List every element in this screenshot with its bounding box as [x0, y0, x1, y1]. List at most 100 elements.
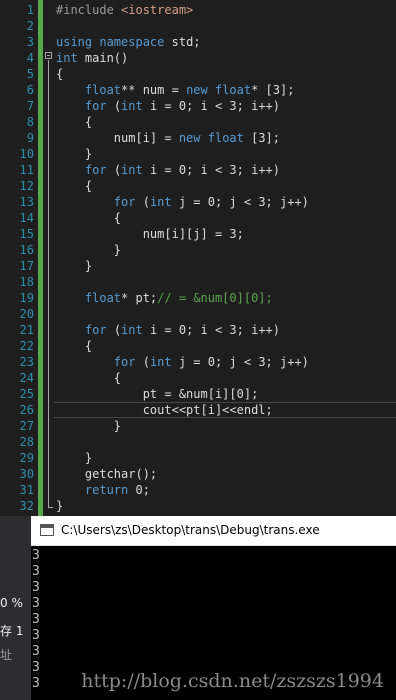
code-line[interactable]: {	[56, 370, 121, 386]
line-number: 5	[26, 67, 34, 81]
code-line[interactable]: }	[56, 146, 92, 162]
code-token: }	[56, 419, 122, 433]
code-token: new	[178, 131, 201, 145]
code-token: float	[207, 131, 244, 145]
code-token: for	[84, 99, 107, 113]
code-token: return	[84, 483, 129, 497]
line-number: 30	[19, 467, 34, 481]
code-line[interactable]: return 0;	[56, 482, 150, 498]
code-token: int	[149, 195, 172, 209]
percent-fragment: 0 %	[0, 596, 23, 610]
code-line[interactable]: }	[56, 242, 121, 258]
console-output-line: 3	[32, 564, 40, 579]
line-number: 26	[19, 403, 34, 417]
code-editor[interactable]: 1 2 3 4 5 6 7 8 9 10 11 12 13 14 15 16 17 18 19 20 21 22 23 24 2…	[0, 0, 396, 516]
code-token: i = 0; i < 3; i++)	[142, 163, 281, 177]
code-token: int	[121, 323, 143, 337]
console-window[interactable]: C:\Users\zs\Desktop\trans\Debug\trans.ex…	[31, 516, 396, 700]
code-line[interactable]: for (int j = 0; j < 3; j++)	[56, 354, 309, 370]
code-token: }	[56, 451, 93, 465]
code-token: num[i] =	[56, 131, 179, 145]
code-token: ** num =	[121, 83, 187, 97]
line-number: 6	[26, 83, 34, 97]
code-line[interactable]: }	[56, 418, 121, 434]
code-token: new	[186, 83, 208, 97]
line-number: 29	[19, 451, 34, 465]
console-title: C:\Users\zs\Desktop\trans\Debug\trans.ex…	[61, 523, 320, 537]
console-output-line: 3	[32, 548, 40, 563]
code-token: * pt;	[121, 291, 158, 305]
code-token: }	[56, 499, 64, 513]
code-line[interactable]: }	[56, 258, 92, 274]
code-line[interactable]: num[i][j] = 3;	[56, 226, 244, 242]
code-line[interactable]: #include <iostream>	[56, 2, 193, 18]
console-app-icon	[40, 524, 54, 536]
collapse-main-toggle[interactable]	[45, 52, 52, 59]
line-number: 13	[19, 195, 34, 209]
code-token: for	[113, 355, 136, 369]
fold-guide-end	[48, 507, 53, 508]
code-token: {	[56, 211, 122, 225]
code-line[interactable]: for (int i = 0; i < 3; i++)	[56, 322, 280, 338]
code-line[interactable]: float** num = new float* [3];	[56, 82, 295, 98]
code-line[interactable]: using namespace std;	[56, 34, 201, 50]
code-token: for	[84, 163, 107, 177]
code-line[interactable]: for (int j = 0; j < 3; j++)	[56, 194, 309, 210]
code-token: std;	[164, 35, 201, 49]
line-number: 9	[26, 131, 34, 145]
code-token: {	[56, 339, 93, 353]
code-token: (	[135, 195, 150, 209]
line-number: 12	[19, 179, 34, 193]
code-line[interactable]: cout<<pt[i]<<endl;	[56, 402, 273, 418]
code-line[interactable]: }	[56, 450, 92, 466]
line-number: 17	[19, 259, 34, 273]
code-token: i = 0; i < 3; i++)	[142, 323, 281, 337]
code-token: int	[149, 355, 172, 369]
code-line[interactable]: pt = &num[i][0];	[56, 386, 259, 402]
line-number: 20	[19, 307, 34, 321]
code-token: 0;	[128, 483, 150, 497]
code-line[interactable]: {	[56, 338, 92, 354]
code-line[interactable]: for (int i = 0; i < 3; i++)	[56, 98, 280, 114]
line-number: 7	[26, 99, 34, 113]
address-fragment: 址	[0, 648, 13, 662]
code-token: (	[135, 355, 150, 369]
line-number: 4	[26, 51, 34, 65]
code-token: int	[56, 51, 78, 65]
code-token: namespace	[99, 35, 165, 49]
save-fragment: 存 1	[0, 624, 24, 638]
console-titlebar[interactable]: C:\Users\zs\Desktop\trans\Debug\trans.ex…	[31, 516, 396, 546]
code-token: {	[56, 115, 93, 129]
line-number: 16	[19, 243, 34, 257]
code-token: int	[121, 163, 143, 177]
code-line[interactable]: int main()	[56, 50, 128, 66]
line-number: 19	[19, 291, 34, 305]
code-token: * [3];	[251, 83, 295, 97]
code-token: getchar();	[56, 467, 158, 481]
outlining-margin	[43, 0, 54, 516]
line-number: 8	[26, 115, 34, 129]
code-line[interactable]: for (int i = 0; i < 3; i++)	[56, 162, 280, 178]
line-number-gutter: 1 2 3 4 5 6 7 8 9 10 11 12 13 14 15 16 17 18 19 20 21 22 23 24 2…	[0, 0, 38, 516]
line-number: 14	[19, 211, 34, 225]
code-token: for	[84, 323, 107, 337]
code-token: j = 0; j < 3; j++)	[171, 195, 309, 209]
line-number: 21	[19, 323, 34, 337]
line-number: 31	[19, 483, 34, 497]
code-line[interactable]: {	[56, 66, 63, 82]
code-area[interactable]: #include <iostream> using namespace std; i…	[54, 0, 396, 516]
code-line[interactable]: }	[56, 498, 63, 514]
code-line[interactable]: float* pt;// = &num[0][0];	[56, 290, 273, 306]
code-line[interactable]: {	[56, 178, 92, 194]
line-number: 2	[26, 19, 34, 33]
code-line[interactable]: {	[56, 114, 92, 130]
code-line[interactable]: getchar();	[56, 466, 157, 482]
line-number: 11	[19, 163, 34, 177]
code-line[interactable]: {	[56, 210, 121, 226]
code-token: }	[56, 243, 122, 257]
code-line[interactable]: num[i] = new float [3];	[56, 130, 280, 146]
line-number: 22	[19, 339, 34, 353]
